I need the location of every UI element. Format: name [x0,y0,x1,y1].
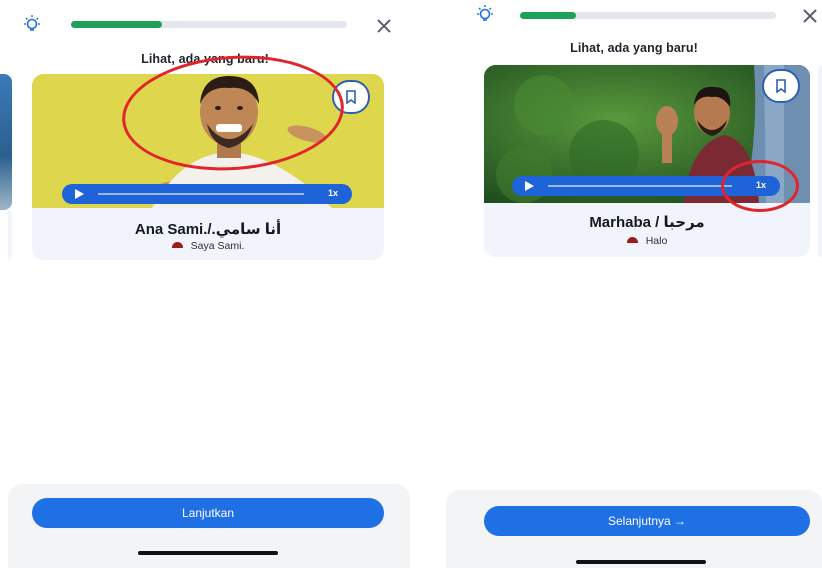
indonesia-flag-icon [626,237,638,243]
bookmark-button[interactable] [762,69,800,103]
close-icon[interactable] [376,18,392,34]
home-indicator [576,560,706,564]
play-icon[interactable] [525,181,534,191]
previous-card-peek[interactable] [0,74,12,210]
bookmark-icon [346,90,356,104]
lightbulb-icon[interactable] [474,4,496,26]
play-icon[interactable] [75,189,84,199]
lesson-progress-fill [71,21,163,28]
phrase-card: 1x Ana Sami./.أنا سامي Saya Sami. [32,74,384,260]
playback-speed[interactable]: 1x [328,188,338,198]
screen-right: Lihat, ada yang baru! 1x Marhaba / مرحبا… [446,0,822,568]
lesson-prompt: Lihat, ada yang baru! [570,41,698,55]
lesson-progress-bar [520,12,776,19]
top-bar [0,0,410,48]
close-icon[interactable] [802,8,818,24]
audio-progress-track[interactable] [548,185,732,187]
bookmark-icon [776,79,786,93]
phrase-translation: Halo [645,235,668,247]
phrase-translation-row: Saya Sami. [32,240,384,252]
next-card-peek[interactable] [818,65,822,257]
continue-button[interactable]: Lanjutkan [32,498,384,528]
bottom-panel: Selanjutnya → [446,490,822,568]
indonesia-flag-icon [171,242,183,248]
lesson-progress-fill [520,12,577,19]
phrase-card: 1x Marhaba / مرحبا Halo [484,65,810,257]
audio-player[interactable]: 1x [512,176,780,196]
bottom-panel: Lanjutkan [8,484,410,568]
phrase-text: Ana Sami./.أنا سامي [134,221,282,238]
lesson-prompt: Lihat, ada yang baru! [141,52,269,66]
home-indicator [138,551,278,555]
bookmark-button[interactable] [332,80,370,114]
lesson-progress-bar [71,21,347,28]
playback-speed[interactable]: 1x [756,180,766,190]
audio-progress-track[interactable] [98,193,304,195]
phrase-text: Marhaba / مرحبا [589,214,705,231]
phrase-translation-row: Halo [484,235,810,247]
lightbulb-icon[interactable] [21,14,43,36]
previous-card-peek-footer [8,210,12,260]
audio-player[interactable]: 1x [62,184,352,204]
phrase-translation: Saya Sami. [190,240,245,252]
next-button[interactable]: Selanjutnya → [484,506,810,536]
screen-left: Lihat, ada yang baru! 1x Ana Sami./.أنا … [0,0,410,568]
